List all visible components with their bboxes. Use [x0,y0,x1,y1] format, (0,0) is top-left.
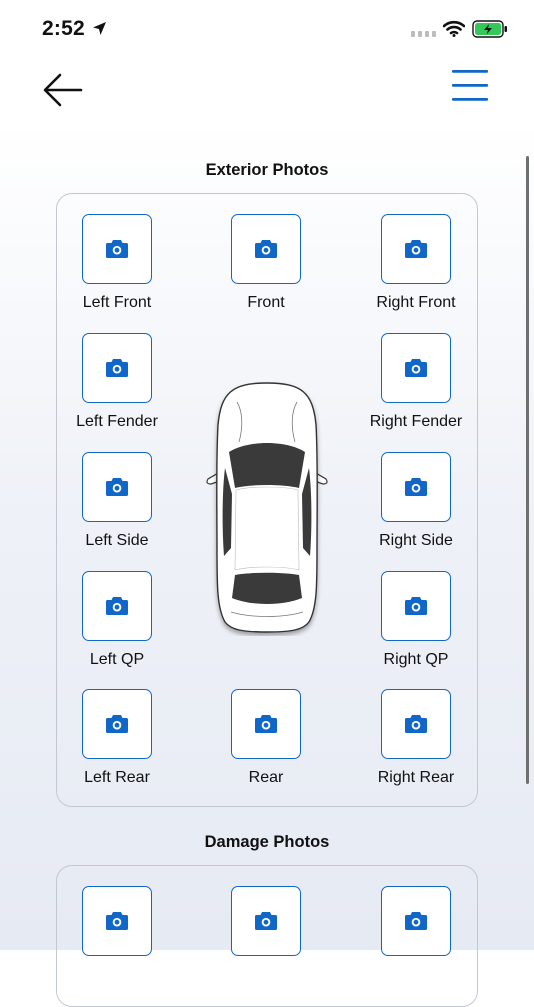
camera-icon [255,715,277,733]
camera-icon [405,912,427,930]
slot-label: Left Side [85,532,149,549]
camera-icon [106,240,128,258]
camera-button[interactable] [381,452,451,522]
slot-label: Right Front [376,294,456,311]
camera-icon [106,478,128,496]
camera-icon [255,912,277,930]
camera-icon [405,240,427,258]
photo-slot-right-fender: Right Fender [346,333,486,438]
camera-icon [106,715,128,733]
car-top-view-image [206,382,328,633]
photo-slot-front: Front [196,214,336,319]
hamburger-menu-icon[interactable] [448,68,492,104]
camera-button[interactable] [82,689,152,759]
camera-button[interactable] [231,886,301,956]
camera-button[interactable] [381,214,451,284]
photo-slot-right-side: Right Side [346,452,486,557]
status-bar: 2:52 [0,0,534,60]
slot-label: Left QP [89,651,145,668]
photo-slot-rear: Rear [196,689,336,794]
scroll-indicator[interactable] [526,156,529,784]
damage-photos-title: Damage Photos [204,833,330,851]
camera-icon [405,597,427,615]
camera-icon [405,359,427,377]
slot-label: Right Rear [377,769,455,786]
photo-slot-right-front: Right Front [346,214,486,319]
camera-icon [255,240,277,258]
battery-charging-icon [472,20,507,38]
back-arrow-icon[interactable] [40,66,86,112]
camera-icon [106,912,128,930]
damage-photo-slot [196,886,336,991]
camera-button[interactable] [82,571,152,641]
camera-button[interactable] [381,333,451,403]
photo-slot-left-qp: Left QP [47,571,187,676]
camera-button[interactable] [82,452,152,522]
slot-label: Right QP [383,651,449,668]
wifi-icon [443,20,465,37]
camera-button[interactable] [82,214,152,284]
camera-icon [405,715,427,733]
exterior-photos-title: Exterior Photos [205,161,329,179]
photo-slot-left-rear: Left Rear [47,689,187,794]
camera-button[interactable] [231,689,301,759]
camera-icon [106,359,128,377]
photo-slot-right-rear: Right Rear [346,689,486,794]
camera-button[interactable] [82,333,152,403]
camera-icon [405,478,427,496]
location-arrow-icon [93,22,106,35]
camera-button[interactable] [381,689,451,759]
photo-slot-left-side: Left Side [47,452,187,557]
camera-button[interactable] [82,886,152,956]
camera-button[interactable] [231,214,301,284]
camera-icon [106,597,128,615]
slot-label: Right Fender [369,413,463,430]
photo-slot-right-qp: Right QP [346,571,486,676]
nav-bar [0,60,534,120]
slot-label: Left Fender [76,413,158,430]
cellular-signal-icon [411,31,436,37]
slot-label: Right Side [379,532,453,549]
photo-slot-left-front: Left Front [47,214,187,319]
photo-slot-left-fender: Left Fender [47,333,187,438]
camera-button[interactable] [381,571,451,641]
damage-photo-slot [346,886,486,991]
status-time: 2:52 [42,17,85,40]
camera-button[interactable] [381,886,451,956]
damage-photo-slot [47,886,187,991]
